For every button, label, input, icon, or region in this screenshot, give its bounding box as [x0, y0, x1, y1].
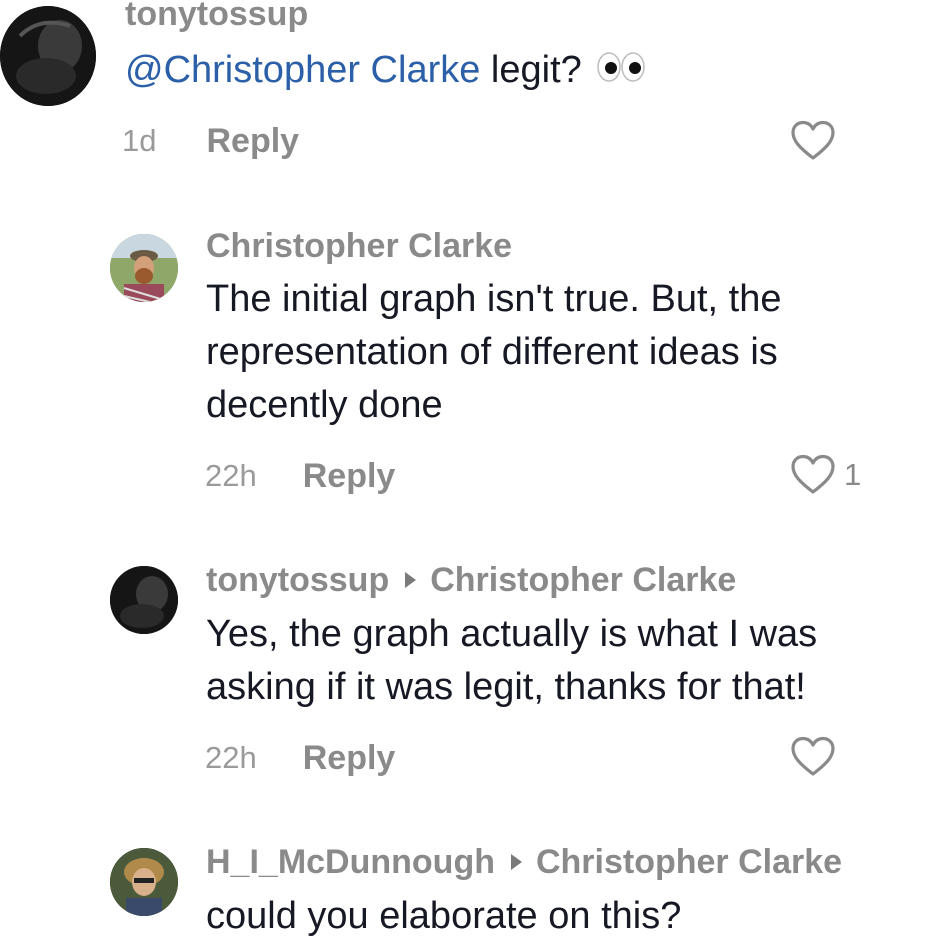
comment-text: legit? [480, 49, 593, 91]
mention-link[interactable]: @Christopher Clarke [125, 49, 480, 91]
avatar[interactable] [0, 6, 96, 106]
eyes-emoji-icon [596, 45, 646, 98]
comment-author[interactable]: Christopher Clarke [206, 227, 512, 265]
like-count: 1 [844, 457, 862, 492]
comment-timestamp: 1d [122, 123, 157, 158]
reply-button[interactable]: Reply [303, 457, 396, 496]
comment-author[interactable]: tonytossup [125, 0, 308, 33]
comment-body-line: The initial graph isn't true. But, the [206, 278, 782, 320]
triangle-right-icon [405, 572, 417, 588]
reply-button[interactable]: Reply [303, 739, 396, 778]
comment-body-line: asking if it was legit, thanks for that! [206, 666, 806, 708]
comment-body-line: decently done [206, 384, 443, 426]
avatar[interactable] [110, 566, 178, 634]
like-button[interactable] [790, 120, 836, 162]
avatar[interactable] [110, 848, 178, 916]
like-button[interactable] [790, 736, 836, 778]
comment-timestamp: 22h [205, 740, 257, 775]
comment-body-line: could you elaborate on this? [206, 895, 682, 937]
comment-timestamp: 22h [205, 458, 257, 493]
avatar[interactable] [110, 234, 178, 302]
reply-button[interactable]: Reply [206, 122, 299, 161]
like-button[interactable]: 1 [790, 454, 861, 496]
comment-body-line: Yes, the graph actually is what I was [206, 613, 818, 655]
heart-outline-icon [790, 454, 836, 496]
heart-outline-icon [790, 736, 836, 778]
comment-body-line: representation of different ideas is [206, 331, 778, 373]
triangle-right-icon [510, 854, 522, 870]
heart-outline-icon [790, 120, 836, 162]
comment-author[interactable]: tonytossup [206, 561, 389, 599]
comment-body: @Christopher Clarke legit? [125, 44, 646, 98]
reply-target[interactable]: Christopher Clarke [536, 843, 842, 881]
comment-author[interactable]: H_I_McDunnough [206, 843, 495, 881]
reply-target[interactable]: Christopher Clarke [430, 561, 736, 599]
